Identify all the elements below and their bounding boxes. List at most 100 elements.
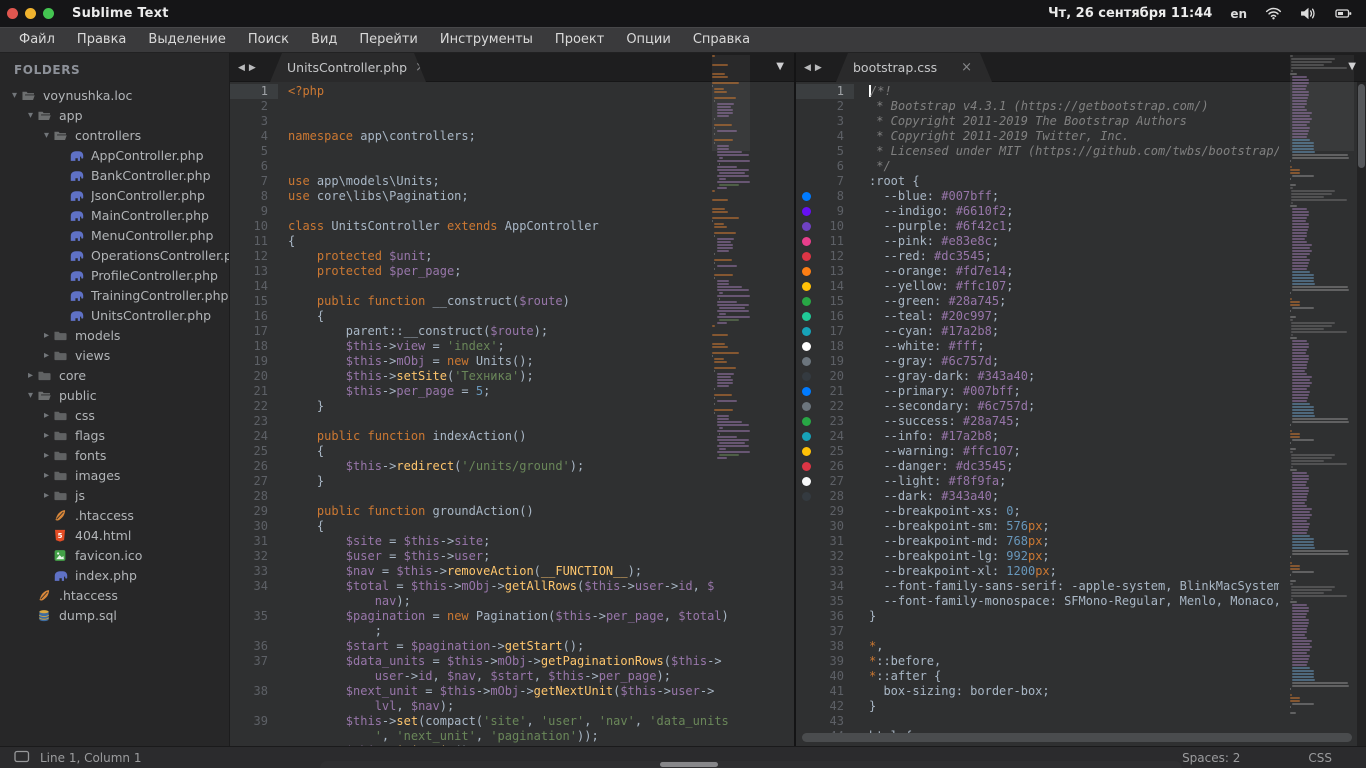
sidebar-file-appcontroller-php[interactable]: AppController.php	[0, 145, 229, 165]
code-line[interactable]: 11{	[230, 234, 794, 249]
code-line[interactable]: 4namespace app\controllers;	[230, 129, 794, 144]
code-line[interactable]: 5	[230, 144, 794, 159]
battery-icon[interactable]	[1335, 6, 1352, 21]
code-line[interactable]: 6 */	[796, 159, 1357, 174]
code-line[interactable]: 10class UnitsController extends AppContr…	[230, 219, 794, 234]
left-minimap[interactable]	[712, 55, 750, 715]
code-line[interactable]: 13 protected $per_page;	[230, 264, 794, 279]
code-line[interactable]: 37 $data_units = $this->mObj->getPaginat…	[230, 654, 794, 669]
tab-list-dropdown-icon[interactable]: ▼	[776, 61, 784, 72]
code-line[interactable]: 36 $start = $pagination->getStart();	[230, 639, 794, 654]
code-line[interactable]: 28	[230, 489, 794, 504]
sidebar-folder-voynushka-loc[interactable]: ▾voynushka.loc	[0, 85, 229, 105]
code-line[interactable]: 30 {	[230, 519, 794, 534]
code-line[interactable]: 25 {	[230, 444, 794, 459]
clock[interactable]: Чт, 26 сентября 11:44	[1048, 6, 1212, 21]
sidebar-file-bankcontroller-php[interactable]: BankController.php	[0, 165, 229, 185]
code-line[interactable]: 38 $next_unit = $this->mObj->getNextUnit…	[230, 684, 794, 699]
menu-item[interactable]: Инструменты	[429, 28, 544, 52]
layout-icon[interactable]	[14, 750, 30, 766]
tab-bootstrap-css[interactable]: bootstrap.css ×	[836, 53, 992, 82]
code-line[interactable]: 8 --blue: #007bff;	[796, 189, 1357, 204]
sidebar-file-404-html[interactable]: 5404.html	[0, 525, 229, 545]
expand-arrow-icon[interactable]: ▸	[40, 350, 53, 361]
code-line[interactable]: 2 * Bootstrap v4.3.1 (https://getbootstr…	[796, 99, 1357, 114]
vertical-scrollbar[interactable]	[1357, 82, 1366, 746]
code-line[interactable]: 37	[796, 624, 1357, 639]
code-line[interactable]: 18 --white: #fff;	[796, 339, 1357, 354]
dock-handle[interactable]	[660, 762, 718, 767]
code-line[interactable]: 27 --light: #f8f9fa;	[796, 474, 1357, 489]
code-line[interactable]: 3 * Copyright 2011-2019 The Bootstrap Au…	[796, 114, 1357, 129]
code-line[interactable]: 36}	[796, 609, 1357, 624]
tab-history-forward-icon[interactable]: ▶	[815, 63, 822, 73]
code-line[interactable]: 29 public function groundAction()	[230, 504, 794, 519]
keyboard-layout-indicator[interactable]: en	[1230, 7, 1247, 21]
code-line[interactable]: 9	[230, 204, 794, 219]
code-line[interactable]: 22 }	[230, 399, 794, 414]
sidebar-folder-controllers[interactable]: ▾controllers	[0, 125, 229, 145]
expand-arrow-icon[interactable]: ▸	[40, 330, 53, 341]
code-line[interactable]: 33 $nav = $this->removeAction(__FUNCTION…	[230, 564, 794, 579]
sidebar-file--htaccess[interactable]: .htaccess	[0, 585, 229, 605]
code-line[interactable]: 26 $this->redirect('/units/ground');	[230, 459, 794, 474]
minimize-window-button[interactable]	[25, 8, 36, 19]
code-line[interactable]: 20 $this->setSite('Техника');	[230, 369, 794, 384]
collapse-arrow-icon[interactable]: ▾	[8, 90, 21, 101]
code-line[interactable]: 38*,	[796, 639, 1357, 654]
code-line[interactable]: user->id, $nav, $start, $this->per_page)…	[230, 669, 794, 684]
code-line[interactable]: 35 $pagination = new Pagination($this->p…	[230, 609, 794, 624]
sidebar-folder-app[interactable]: ▾app	[0, 105, 229, 125]
sidebar-folder-js[interactable]: ▸js	[0, 485, 229, 505]
sidebar-file-favicon-ico[interactable]: favicon.ico	[0, 545, 229, 565]
left-code-editor[interactable]: 1<?php234namespace app\controllers;567us…	[230, 82, 794, 746]
sidebar-file-index-php[interactable]: index.php	[0, 565, 229, 585]
code-line[interactable]: 20 --gray-dark: #343a40;	[796, 369, 1357, 384]
code-line[interactable]: 16 --teal: #20c997;	[796, 309, 1357, 324]
code-line[interactable]: 22 --secondary: #6c757d;	[796, 399, 1357, 414]
code-line[interactable]: 31 $site = $this->site;	[230, 534, 794, 549]
syntax-mode[interactable]: CSS	[1308, 751, 1332, 765]
code-line[interactable]: 23 --success: #28a745;	[796, 414, 1357, 429]
vertical-scrollbar-thumb[interactable]	[1358, 84, 1365, 168]
code-line[interactable]: 26 --danger: #dc3545;	[796, 459, 1357, 474]
code-line[interactable]: 27 }	[230, 474, 794, 489]
code-line[interactable]: 19 $this->mObj = new Units();	[230, 354, 794, 369]
maximize-window-button[interactable]	[43, 8, 54, 19]
code-line[interactable]: 12 --red: #dc3545;	[796, 249, 1357, 264]
menu-item[interactable]: Вид	[300, 28, 348, 52]
code-line[interactable]: 41 box-sizing: border-box;	[796, 684, 1357, 699]
code-line[interactable]: 19 --gray: #6c757d;	[796, 354, 1357, 369]
code-line[interactable]: 6	[230, 159, 794, 174]
code-line[interactable]: 18 $this->view = 'index';	[230, 339, 794, 354]
code-line[interactable]: 43	[796, 714, 1357, 729]
sidebar-file--htaccess[interactable]: .htaccess	[0, 505, 229, 525]
sidebar-folder-views[interactable]: ▸views	[0, 345, 229, 365]
sidebar-folder-models[interactable]: ▸models	[0, 325, 229, 345]
sidebar-file-dump-sql[interactable]: dump.sql	[0, 605, 229, 625]
code-line[interactable]: 29 --breakpoint-xs: 0;	[796, 504, 1357, 519]
sidebar-file-profilecontroller-php[interactable]: ProfileController.php	[0, 265, 229, 285]
code-line[interactable]: 9 --indigo: #6610f2;	[796, 204, 1357, 219]
code-line[interactable]: 1<?php	[230, 84, 794, 99]
horizontal-scrollbar-thumb[interactable]	[802, 733, 1352, 742]
code-line[interactable]: 15 public function __construct($route)	[230, 294, 794, 309]
tab-history-forward-icon[interactable]: ▶	[249, 63, 256, 73]
close-window-button[interactable]	[7, 8, 18, 19]
code-line[interactable]: 33 --breakpoint-xl: 1200px;	[796, 564, 1357, 579]
collapse-arrow-icon[interactable]: ▾	[24, 390, 37, 401]
tab-history-back-icon[interactable]: ◀	[804, 63, 811, 73]
menu-item[interactable]: Справка	[682, 28, 761, 52]
code-line[interactable]: 14 --yellow: #ffc107;	[796, 279, 1357, 294]
sidebar-folder-flags[interactable]: ▸flags	[0, 425, 229, 445]
sidebar-folder-public[interactable]: ▾public	[0, 385, 229, 405]
expand-arrow-icon[interactable]: ▸	[40, 470, 53, 481]
code-line[interactable]: 2	[230, 99, 794, 114]
code-line[interactable]: 39 $this->set(compact('site', 'user', 'n…	[230, 714, 794, 729]
code-line[interactable]: 34 $total = $this->mObj->getAllRows($thi…	[230, 579, 794, 594]
code-line[interactable]: 14	[230, 279, 794, 294]
code-line[interactable]: 28 --dark: #343a40;	[796, 489, 1357, 504]
code-line[interactable]: 17 --cyan: #17a2b8;	[796, 324, 1357, 339]
sidebar-file-trainingcontroller-php[interactable]: TrainingController.php	[0, 285, 229, 305]
tab-close-icon[interactable]: ×	[415, 60, 426, 75]
